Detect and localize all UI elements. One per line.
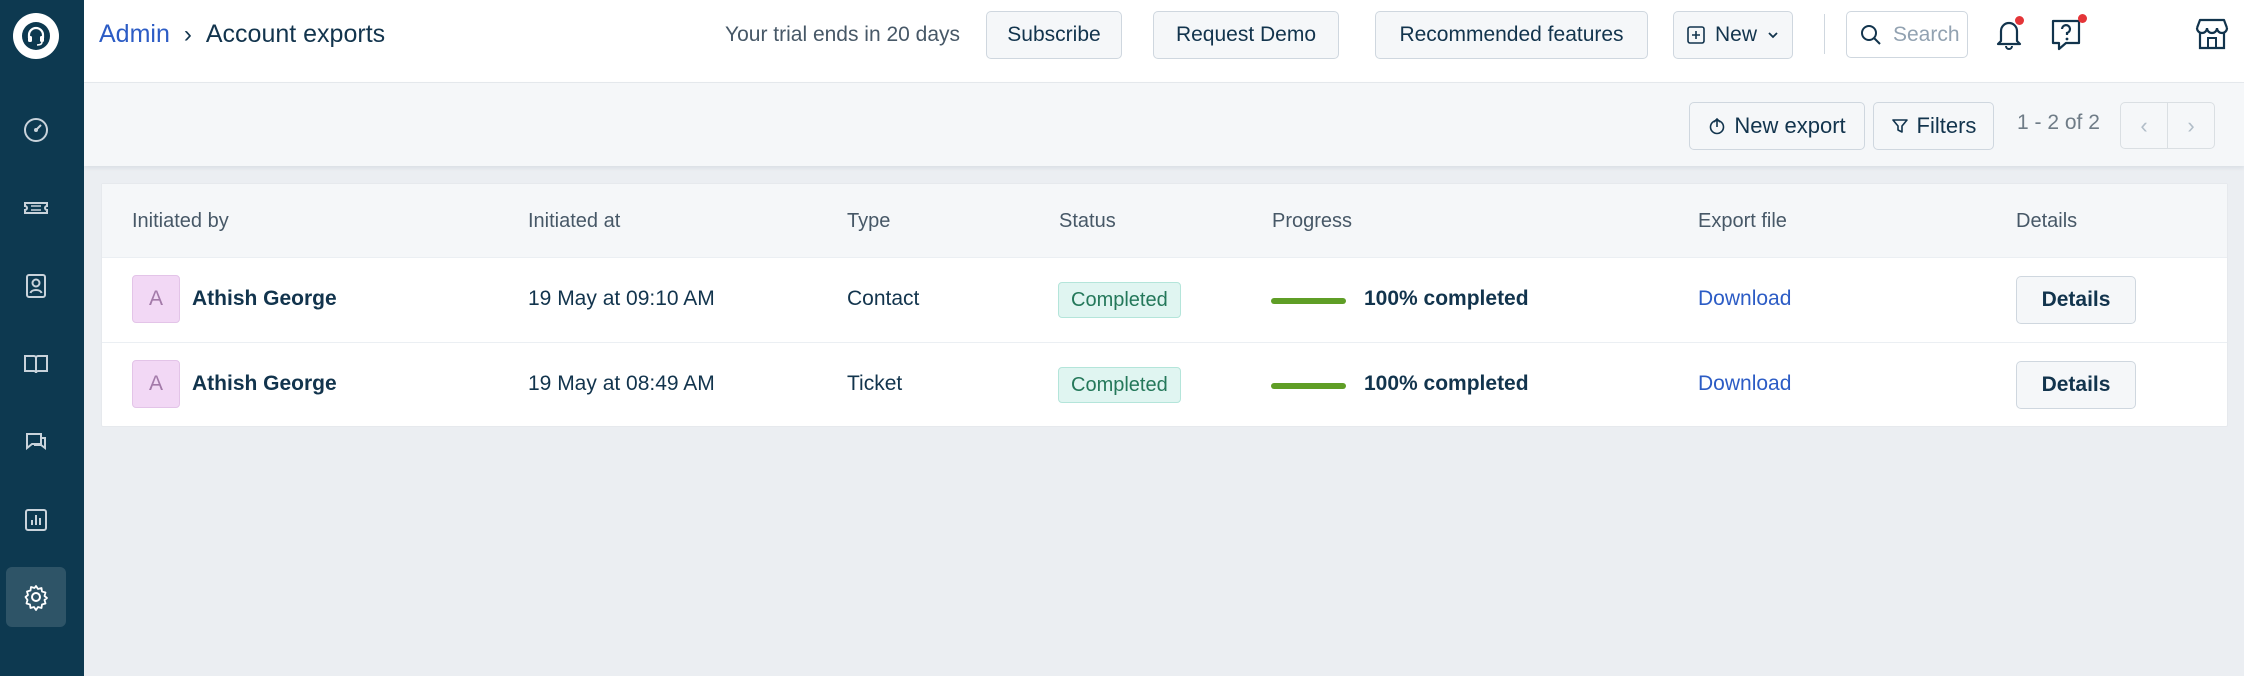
new-button-label: New: [1714, 23, 1757, 46]
toolbar: New export Filters 1 - 2 of 2 ‹ ›: [84, 83, 2244, 166]
sidebar-item-conversations[interactable]: [6, 412, 66, 472]
exports-table: Initiated by Initiated at Type Status Pr…: [101, 183, 2228, 427]
progress-bar-fill: [1271, 383, 1346, 389]
column-export-file: Export file: [1698, 210, 1787, 232]
trial-notice: Your trial ends in 20 days: [725, 23, 961, 46]
progress-bar-fill: [1271, 298, 1346, 304]
status-badge: Completed: [1058, 367, 1181, 403]
subscribe-button[interactable]: Subscribe: [986, 11, 1122, 59]
page-title: Account exports: [205, 20, 386, 48]
chat-icon: [26, 433, 46, 451]
row-avatar: A: [132, 275, 180, 323]
new-export-button[interactable]: New export: [1689, 102, 1865, 150]
sidebar-item-reports[interactable]: [6, 490, 66, 550]
download-link[interactable]: Download: [1698, 287, 1791, 311]
store-icon: [2195, 18, 2229, 50]
new-export-label: New export: [1734, 113, 1846, 138]
row-avatar: A: [132, 360, 180, 408]
ticket-icon: [24, 202, 48, 214]
request-demo-button[interactable]: Request Demo: [1153, 11, 1339, 59]
new-button[interactable]: New: [1673, 11, 1793, 59]
header-divider: [1824, 14, 1825, 54]
sidebar: [0, 0, 84, 676]
sidebar-item-dashboard[interactable]: [6, 100, 66, 160]
search-placeholder: Search: [1893, 22, 1960, 46]
next-page-button[interactable]: ›: [2167, 102, 2215, 149]
breadcrumb-separator: ›: [183, 20, 192, 48]
column-details: Details: [2016, 210, 2078, 232]
status-badge: Completed: [1058, 282, 1181, 318]
recommended-features-button[interactable]: Recommended features: [1375, 11, 1648, 59]
column-initiated-by: Initiated by: [132, 210, 229, 232]
help-notification-dot: [2078, 14, 2087, 23]
plus-square-icon: [1687, 26, 1705, 44]
filters-button[interactable]: Filters: [1873, 102, 1994, 150]
column-type: Type: [847, 210, 891, 232]
top-header: Admin › Account exports Your trial ends …: [84, 0, 2244, 83]
column-progress: Progress: [1272, 210, 1353, 232]
filters-label: Filters: [1916, 113, 1977, 138]
chevron-down-icon: [1768, 32, 1778, 39]
column-status: Status: [1059, 210, 1116, 232]
details-button[interactable]: Details: [2016, 361, 2136, 409]
book-icon: [24, 355, 48, 374]
breadcrumb-admin-link[interactable]: Admin: [99, 20, 170, 49]
table-row: A Athish George 19 May at 08:49 AM Ticke…: [102, 343, 2227, 428]
search-icon: [1861, 24, 1881, 45]
export-type: Contact: [847, 287, 920, 310]
sidebar-item-solutions[interactable]: [6, 334, 66, 394]
progress-text: 100% completed: [1364, 287, 1529, 310]
help-button[interactable]: [2046, 14, 2087, 54]
dashboard-icon: [24, 118, 48, 142]
table-header: Initiated by Initiated at Type Status Pr…: [102, 184, 2227, 258]
breadcrumb: Admin › Account exports: [99, 20, 385, 49]
initiated-by: Athish George: [192, 287, 337, 310]
reports-icon: [25, 509, 47, 531]
export-icon: [1710, 117, 1725, 135]
progress-bar: [1271, 298, 1346, 304]
details-button[interactable]: Details: [2016, 276, 2136, 324]
table-row: A Athish George 19 May at 09:10 AM Conta…: [102, 258, 2227, 343]
column-initiated-at: Initiated at: [528, 210, 621, 232]
prev-page-button[interactable]: ‹: [2120, 102, 2168, 149]
filter-icon: [1891, 119, 1908, 133]
initiated-by: Athish George: [192, 372, 337, 395]
marketplace-button[interactable]: [2192, 14, 2232, 54]
gear-icon: [24, 585, 48, 611]
initiated-at: 19 May at 09:10 AM: [528, 287, 715, 310]
progress-text: 100% completed: [1364, 372, 1529, 395]
search-input[interactable]: Search: [1846, 11, 1968, 58]
download-link[interactable]: Download: [1698, 372, 1791, 396]
sidebar-item-admin[interactable]: [6, 567, 66, 627]
export-type: Ticket: [847, 372, 903, 395]
notification-dot: [2015, 16, 2024, 25]
sidebar-item-tickets[interactable]: [6, 178, 66, 238]
initiated-at: 19 May at 08:49 AM: [528, 372, 715, 395]
pagination-text: 1 - 2 of 2: [2017, 111, 2100, 134]
contact-icon: [26, 274, 46, 298]
headset-logo-icon[interactable]: [13, 13, 59, 59]
sidebar-item-contacts[interactable]: [6, 256, 66, 316]
progress-bar: [1271, 383, 1346, 389]
notifications-button[interactable]: [1989, 14, 2029, 54]
